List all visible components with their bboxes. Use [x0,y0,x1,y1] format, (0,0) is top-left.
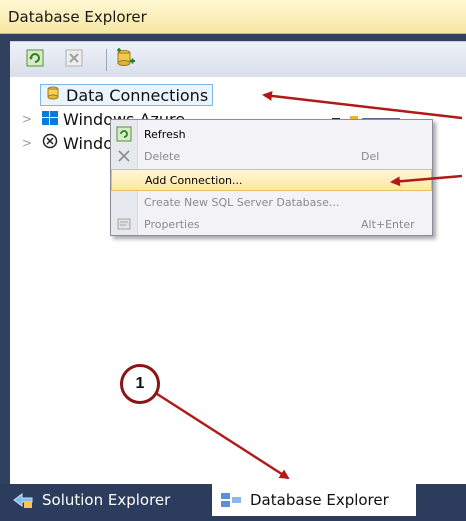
solution-explorer-icon [12,491,34,509]
data-connections-icon [45,85,61,105]
menu-item-refresh[interactable]: Refresh [111,123,432,145]
bottom-tab-bar: Solution Explorer Database Explorer [0,484,466,521]
database-explorer-window: Database Explorer Data Connections > Win… [0,0,466,521]
properties-icon [116,216,132,232]
title-bar: Database Explorer [0,0,466,34]
tree-item-label: Data Connections [66,85,209,105]
menu-item-label: Properties [144,217,200,231]
toolbar-separator [106,49,107,71]
chevron-right-icon[interactable]: > [22,136,36,150]
menu-item-label: Create New SQL Server Database... [144,195,340,209]
delete-icon [65,49,83,71]
tree-item-data-connections[interactable]: Data Connections [40,83,214,107]
menu-item-shortcut: Del [361,149,380,163]
window-title: Database Explorer [8,8,147,26]
connect-to-database-button[interactable] [114,47,136,73]
toolbar [10,41,466,77]
menu-item-label: Delete [144,149,181,163]
refresh-icon [26,49,44,71]
tab-label: Database Explorer [250,491,389,509]
menu-item-properties[interactable]: Properties Alt+Enter [111,213,432,235]
chevron-right-icon[interactable]: > [22,112,36,126]
menu-item-label: Refresh [144,127,186,141]
connect-database-icon [114,47,136,73]
tab-label: Solution Explorer [42,491,171,509]
database-explorer-icon [220,491,242,509]
context-menu: Refresh Delete Del Add Connection... Cre… [110,119,433,236]
windows-icon [42,133,58,153]
tree-item-selection: Data Connections [40,84,214,106]
refresh-button[interactable] [24,49,46,71]
step-number-badge: 1 [120,364,160,404]
menu-item-add-connection[interactable]: Add Connection... [111,169,432,191]
menu-item-create-sql-database[interactable]: Create New SQL Server Database... [111,191,432,213]
refresh-icon [116,126,132,142]
windows-azure-icon [42,110,58,129]
menu-item-shortcut: Alt+Enter [361,217,415,231]
tab-solution-explorer[interactable]: Solution Explorer [12,484,170,516]
tab-database-explorer[interactable]: Database Explorer [212,484,416,516]
delete-icon [116,148,132,164]
menu-item-label: Add Connection... [145,173,243,187]
step-number: 1 [135,375,145,392]
menu-item-delete[interactable]: Delete Del [111,145,432,167]
delete-button[interactable] [63,49,85,71]
